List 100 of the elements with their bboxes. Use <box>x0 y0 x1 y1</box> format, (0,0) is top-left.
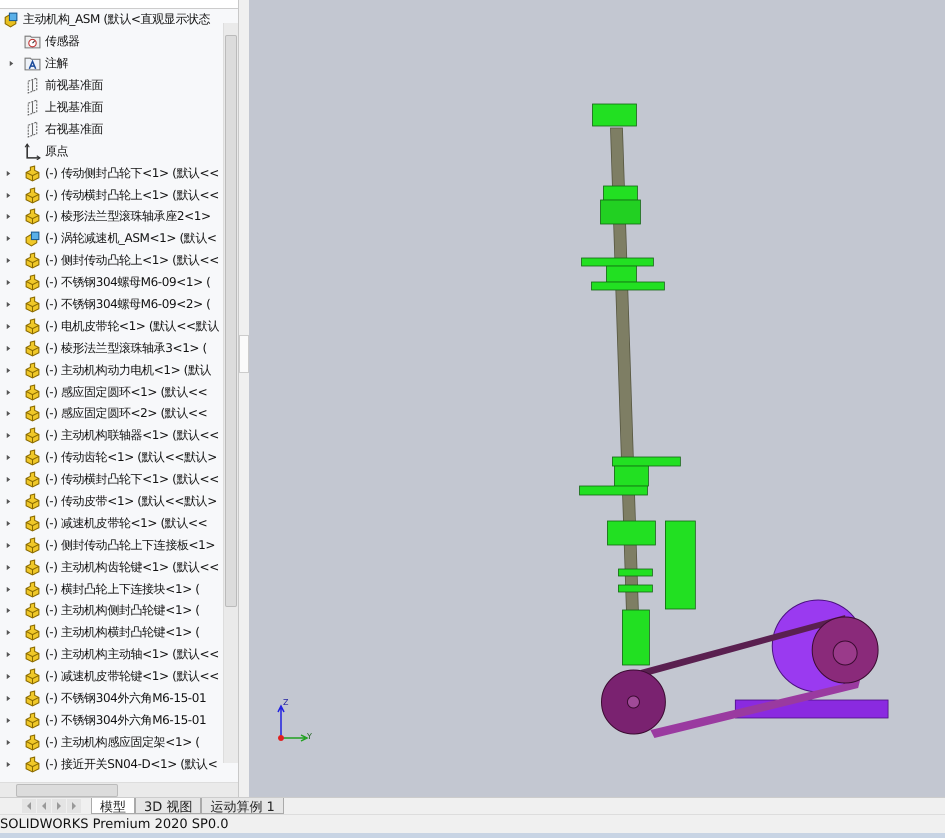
expand-arrow-icon[interactable] <box>4 586 12 593</box>
part-icon <box>24 340 41 357</box>
part-icon <box>24 514 41 532</box>
tree-item[interactable]: (-) 主动机构联轴器<1> (默认<< <box>0 424 222 447</box>
part-icon <box>24 624 41 642</box>
scroll-thumb[interactable] <box>16 784 118 796</box>
tree-item[interactable]: (-) 主动机构横封凸轮键<1> ( <box>0 622 222 644</box>
part-icon <box>24 602 41 620</box>
tree-item[interactable]: 前视基准面 <box>0 74 222 97</box>
expand-arrow-icon[interactable] <box>4 192 12 199</box>
status-text: SOLIDWORKS Premium 2020 SP0.0 <box>0 816 229 832</box>
part-icon <box>24 580 41 598</box>
tree-item[interactable]: (-) 不锈钢304外六角M6-15-01 <box>0 710 222 732</box>
scroll-thumb[interactable] <box>225 35 237 607</box>
tree-item[interactable]: (-) 不锈钢304外六角M6-15-01 <box>0 688 222 710</box>
part-icon <box>24 756 41 773</box>
tree-item[interactable]: (-) 不锈钢304螺母M6-09<2> ( <box>0 294 222 316</box>
part-icon <box>24 186 41 204</box>
tree-item[interactable]: (-) 主动机构齿轮键<1> (默认<< <box>0 556 222 578</box>
expand-arrow-icon[interactable] <box>4 542 12 549</box>
tree-item[interactable]: 注解 <box>0 52 222 75</box>
part-icon <box>24 252 41 270</box>
expand-arrow-icon[interactable] <box>4 520 12 527</box>
tree-item[interactable]: (-) 传动横封凸轮下<1> (默认<< <box>0 468 222 491</box>
tree-item[interactable]: (-) 不锈钢304螺母M6-09<1> ( <box>0 272 222 294</box>
expand-arrow-icon[interactable] <box>4 651 12 658</box>
expand-arrow-icon[interactable] <box>4 432 12 440</box>
part-icon <box>24 274 41 292</box>
z-axis-label: Z <box>283 698 288 707</box>
tree-item[interactable]: (-) 减速机皮带轮键<1> (默认<< <box>0 666 222 688</box>
expand-arrow-icon[interactable] <box>4 738 12 746</box>
tree-item[interactable]: (-) 传动皮带<1> (默认<<默认> <box>0 490 222 512</box>
y-axis-label: Y <box>307 732 312 741</box>
assembly-icon <box>24 230 41 248</box>
tree-item[interactable]: (-) 涡轮减速机_ASM<1> (默认< <box>0 228 222 250</box>
tree-item[interactable]: (-) 侧封传动凸轮上下连接板<1> <box>0 534 222 556</box>
tree-item[interactable]: (-) 棱形法兰型滚珠轴承座2<1> <box>0 206 222 228</box>
tree-item[interactable]: 右视基准面 <box>0 118 222 140</box>
tree-item[interactable]: (-) 主动机构动力电机<1> (默认 <box>0 359 222 382</box>
expand-arrow-icon[interactable] <box>4 673 12 680</box>
tree-item[interactable]: (-) 棱形法兰型滚珠轴承3<1> ( <box>0 337 222 360</box>
horizontal-scrollbar[interactable] <box>0 782 238 797</box>
expand-arrow-icon[interactable] <box>4 322 12 330</box>
tree-item[interactable]: (-) 电机皮带轮<1> (默认<<默认 <box>0 315 222 338</box>
expand-arrow-icon[interactable] <box>4 301 12 308</box>
tree-item[interactable]: (-) 减速机皮带轮<1> (默认<< <box>0 512 222 534</box>
tree-item[interactable]: (-) 感应固定圆环<2> (默认<< <box>0 403 222 425</box>
expand-arrow-icon[interactable] <box>4 388 12 396</box>
part-icon <box>24 471 41 488</box>
expand-arrow-icon[interactable] <box>4 476 12 484</box>
expand-arrow-icon[interactable] <box>4 213 12 220</box>
part-icon <box>24 493 41 510</box>
part-icon <box>24 405 41 422</box>
tree-item[interactable]: (-) 横封凸轮上下连接块<1> ( <box>0 578 222 600</box>
expand-arrow-icon[interactable] <box>4 760 12 768</box>
expand-arrow-icon[interactable] <box>8 60 14 68</box>
expand-arrow-icon[interactable] <box>4 564 12 571</box>
tree-item[interactable]: (-) 感应固定圆环<1> (默认<< <box>0 381 222 404</box>
part-icon <box>24 384 41 401</box>
expand-arrow-icon[interactable] <box>4 629 12 636</box>
part-icon <box>24 427 41 444</box>
tree-item[interactable]: 原点 <box>0 140 222 162</box>
tree-item[interactable]: (-) 传动横封凸轮上<1> (默认<< <box>0 184 222 206</box>
tree-item[interactable]: (-) 主动机构侧封凸轮键<1> ( <box>0 600 222 622</box>
tree-item[interactable]: (-) 主动机构主动轴<1> (默认<< <box>0 644 222 666</box>
part-icon <box>24 208 41 226</box>
tree-item[interactable]: (-) 传动侧封凸轮下<1> (默认<< <box>0 162 222 184</box>
part-icon <box>24 536 41 554</box>
expand-arrow-icon[interactable] <box>4 695 12 702</box>
tab[interactable]: 模型 <box>91 798 135 814</box>
part-icon <box>24 362 41 379</box>
tree-item[interactable]: (-) 侧封传动凸轮上<1> (默认<< <box>0 250 222 272</box>
assembly-icon <box>2 11 19 28</box>
tree-item[interactable]: (-) 主动机构感应固定架<1> ( <box>0 731 222 754</box>
expand-arrow-icon[interactable] <box>4 279 12 286</box>
expand-arrow-icon[interactable] <box>4 170 12 177</box>
graphics-viewport[interactable]: Z Y <box>249 0 945 797</box>
part-icon <box>24 734 41 751</box>
expand-arrow-icon[interactable] <box>4 498 12 506</box>
tree-item[interactable]: 上视基准面 <box>0 96 222 118</box>
tree-item[interactable]: 传感器 <box>0 30 222 53</box>
origin-icon <box>24 142 41 160</box>
tab[interactable]: 3D 视图 <box>135 798 202 814</box>
expand-arrow-icon[interactable] <box>4 410 12 418</box>
part-icon <box>24 646 41 664</box>
expand-arrow-icon[interactable] <box>4 716 12 724</box>
vertical-scrollbar[interactable] <box>223 23 238 763</box>
part-icon <box>24 449 41 466</box>
tree-item[interactable]: (-) 传动齿轮<1> (默认<<默认> <box>0 446 222 469</box>
expand-arrow-icon[interactable] <box>4 366 12 374</box>
expand-arrow-icon[interactable] <box>4 344 12 352</box>
expand-arrow-icon[interactable] <box>4 454 12 462</box>
tree-item[interactable]: (-) 接近开关SN04-D<1> (默认< <box>0 753 222 776</box>
part-icon <box>24 668 41 686</box>
expand-arrow-icon[interactable] <box>4 607 12 614</box>
tree-item[interactable]: 主动机构_ASM (默认<直观显示状态 <box>0 9 222 31</box>
expand-arrow-icon[interactable] <box>4 235 12 242</box>
tab[interactable]: 运动算例 1 <box>201 798 284 814</box>
panel-splitter-handle[interactable] <box>239 334 249 372</box>
expand-arrow-icon[interactable] <box>4 257 12 264</box>
